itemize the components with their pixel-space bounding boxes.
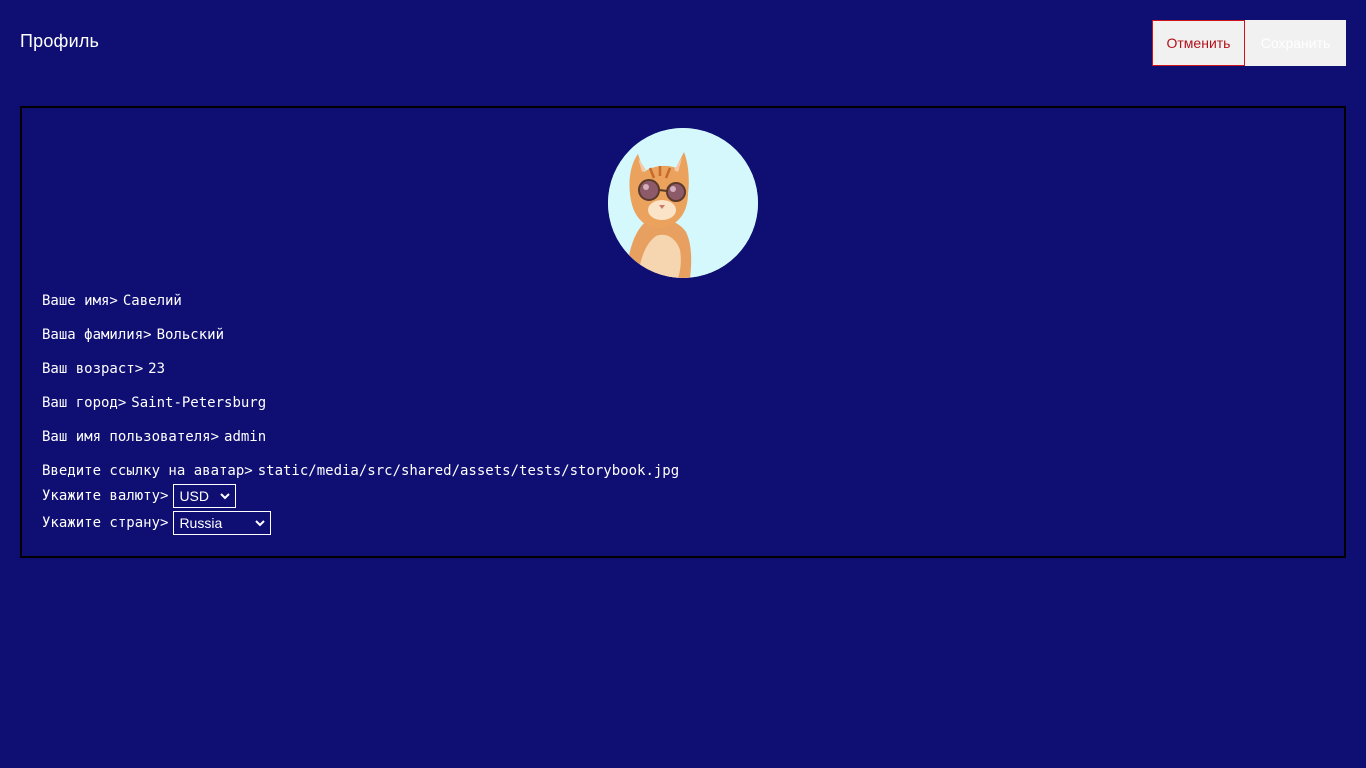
username-label: Ваш имя пользователя>	[42, 429, 220, 445]
chevron-down-icon	[255, 520, 266, 527]
header: Профиль Отменить Сохранить	[0, 0, 1366, 86]
username-input[interactable]: admin	[224, 428, 266, 446]
age-row: Ваш возраст> 23	[42, 360, 165, 378]
avatar	[608, 128, 758, 278]
page-title: Профиль	[20, 31, 100, 51]
first-name-row: Ваше имя> Савелий	[42, 292, 182, 310]
currency-select[interactable]: USD	[173, 484, 237, 508]
country-selected-value: Russia	[179, 515, 223, 531]
cat-avatar-image	[608, 128, 758, 278]
avatar-link-label: Введите ссылку на аватар>	[42, 463, 253, 479]
country-select[interactable]: Russia	[173, 511, 272, 535]
last-name-row: Ваша фамилия> Вольский	[42, 326, 224, 344]
last-name-input[interactable]: Вольский	[157, 326, 224, 344]
city-row: Ваш город> Saint-Petersburg	[42, 394, 266, 412]
currency-label: Укажите валюту>	[42, 488, 169, 504]
avatar-link-row: Введите ссылку на аватар> static/media/s…	[42, 462, 679, 480]
currency-row: Укажите валюту> USD	[42, 484, 237, 508]
last-name-label: Ваша фамилия>	[42, 327, 152, 343]
username-row: Ваш имя пользователя> admin	[42, 428, 266, 446]
profile-card: Ваше имя> Савелий Ваша фамилия> Вольский…	[20, 106, 1346, 558]
avatar-link-input[interactable]: static/media/src/shared/assets/tests/sto…	[258, 462, 679, 480]
first-name-input[interactable]: Савелий	[123, 292, 182, 310]
city-input[interactable]: Saint-Petersburg	[131, 394, 266, 412]
chevron-down-icon	[220, 493, 231, 500]
country-label: Укажите страну>	[42, 515, 169, 531]
save-button[interactable]: Сохранить	[1245, 20, 1346, 66]
currency-selected-value: USD	[179, 488, 209, 504]
cancel-button[interactable]: Отменить	[1152, 20, 1245, 66]
age-input[interactable]: 23	[148, 360, 165, 378]
city-label: Ваш город>	[42, 395, 127, 411]
age-label: Ваш возраст>	[42, 361, 144, 377]
first-name-label: Ваше имя>	[42, 293, 118, 309]
country-row: Укажите страну> Russia	[42, 511, 272, 535]
